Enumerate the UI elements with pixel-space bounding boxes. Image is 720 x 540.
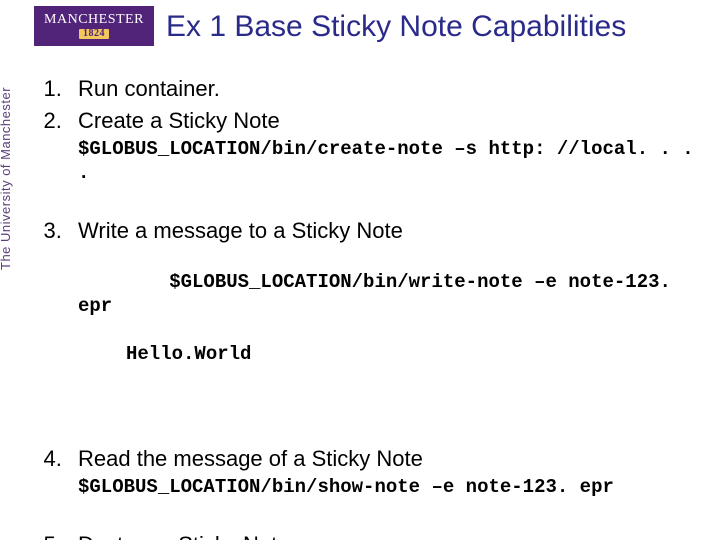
step-2: Create a Sticky Note $GLOBUS_LOCATION/bi… — [68, 108, 710, 186]
sidebar-band: The University of Manchester — [0, 0, 28, 540]
step-1: Run container. — [68, 76, 710, 102]
sidebar-university-text: The University of Manchester — [0, 87, 13, 270]
logo-year: 1824 — [79, 29, 109, 40]
step-3-code: $GLOBUS_LOCATION/bin/write-note –e note-… — [78, 248, 710, 414]
step-3-code-line2: Hello.World — [126, 343, 710, 367]
step-3: Write a message to a Sticky Note $GLOBUS… — [68, 218, 710, 414]
step-3-label: Write a message to a Sticky Note — [78, 218, 403, 243]
step-4-label: Read the message of a Sticky Note — [78, 446, 423, 471]
logo-name: MANCHESTER — [44, 13, 144, 28]
slide-title: Ex 1 Base Sticky Note Capabilities — [166, 10, 626, 44]
step-5-label: Destroy a Sticky Note — [78, 532, 290, 540]
slide-body: Run container. Create a Sticky Note $GLO… — [38, 76, 710, 540]
step-3-code-line1: $GLOBUS_LOCATION/bin/write-note –e note-… — [78, 271, 682, 317]
step-2-label: Create a Sticky Note — [78, 108, 280, 133]
step-5: Destroy a Sticky Note $GLOBUS_LOCATION/b… — [68, 532, 710, 540]
step-2-code: $GLOBUS_LOCATION/bin/create-note –s http… — [78, 138, 710, 186]
steps-list: Run container. Create a Sticky Note $GLO… — [38, 76, 710, 540]
university-logo: MANCHESTER 1824 — [34, 6, 154, 46]
step-4: Read the message of a Sticky Note $GLOBU… — [68, 446, 710, 500]
step-1-label: Run container. — [78, 76, 220, 101]
step-4-code: $GLOBUS_LOCATION/bin/show-note –e note-1… — [78, 476, 710, 500]
